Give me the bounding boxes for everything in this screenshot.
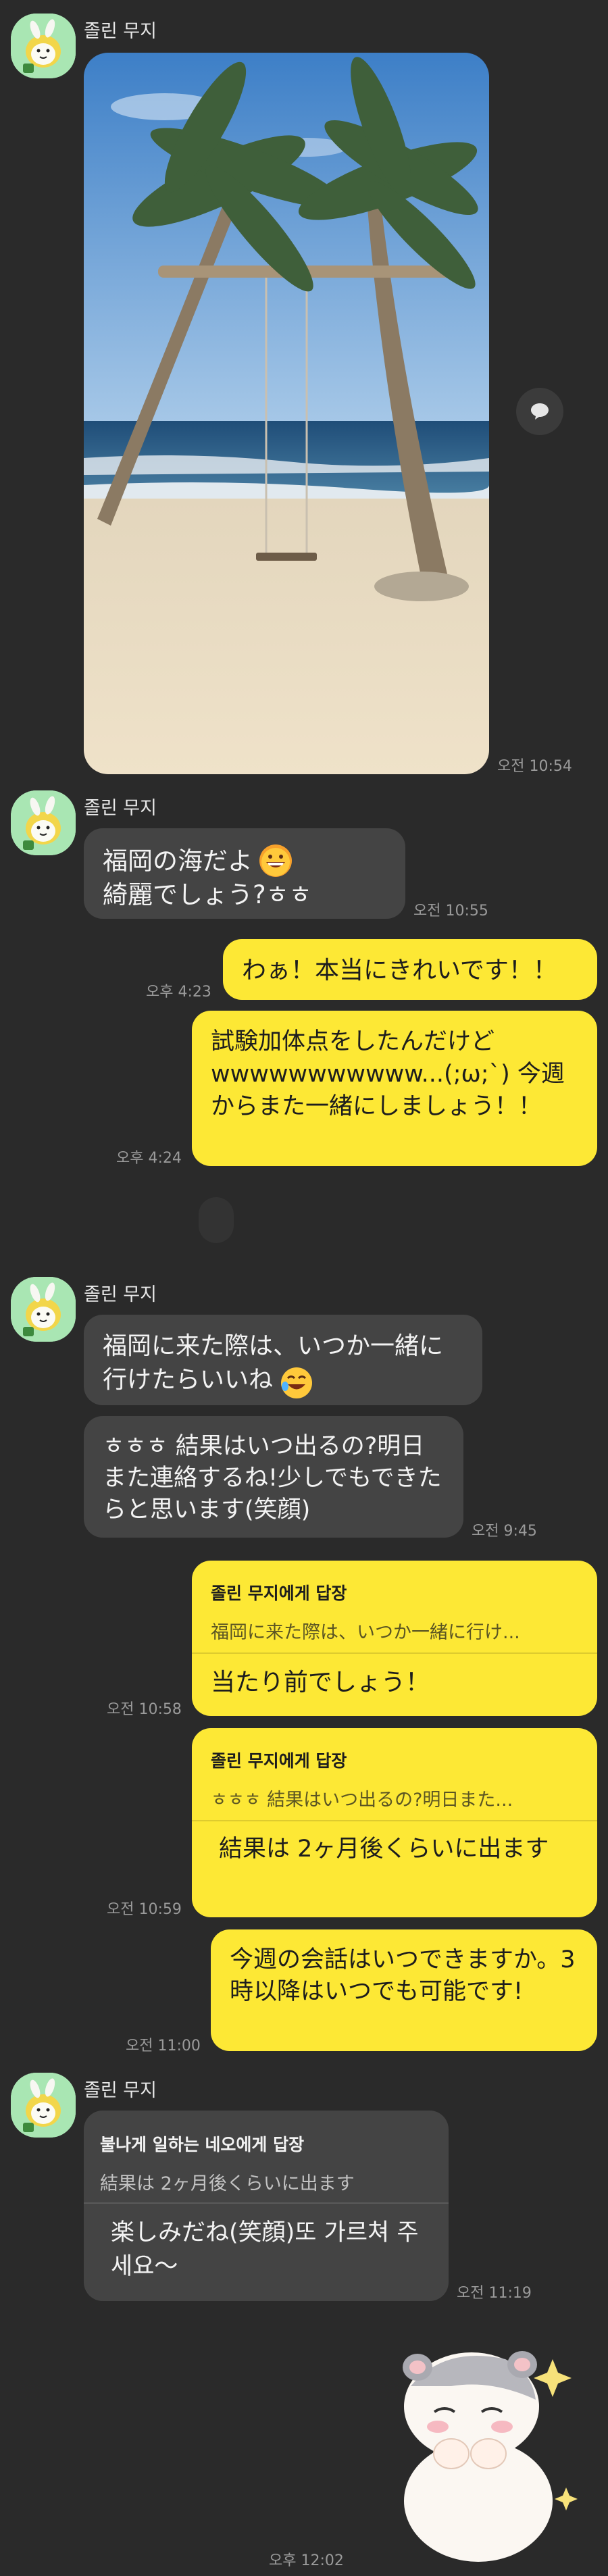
- message-time: 오전 10:55: [413, 903, 488, 919]
- message-time: 오전 10:59: [107, 1901, 182, 1918]
- message-time: 오후 4:23: [146, 984, 211, 1001]
- message-text-line2: 綺麗でしょう?ㅎㅎ: [103, 880, 312, 909]
- reply-divider: [192, 1652, 597, 1654]
- reply-target: 졸린 무지에게 답장: [211, 1751, 347, 1771]
- hamster-sticker[interactable]: [370, 2332, 593, 2562]
- reply-quote[interactable]: 福岡に来た際は、いつか一緒に行け...: [211, 1616, 581, 1650]
- sender-avatar[interactable]: [11, 1277, 76, 1342]
- speech-bubble-share-icon: [531, 403, 549, 420]
- message-text-line2: 行けたらいいね: [103, 1366, 274, 1394]
- muzi-character-icon: [11, 1277, 76, 1342]
- reply-quote[interactable]: ㅎㅎㅎ 結果はいつ出るの?明日また...: [211, 1784, 581, 1817]
- message-text: 当たり前でしょう！: [211, 1669, 430, 1696]
- message-time: 오후 12:02: [269, 2552, 344, 2569]
- reply-target: 불나게 일하는 네오에게 답장: [100, 2135, 305, 2154]
- message-text: 楽しみだね(笑顔)또 가르쳐 주세요～: [111, 2219, 419, 2280]
- date-divider: [199, 1197, 234, 1243]
- message-time: 오전 10:58: [107, 1701, 182, 1718]
- reply-divider: [192, 1820, 597, 1821]
- message-time: 오전 10:54: [497, 758, 572, 775]
- sender-avatar[interactable]: [11, 2073, 76, 2138]
- reply-message-bubble[interactable]: 졸린 무지에게 답장 ㅎㅎㅎ 結果はいつ出るの?明日また... 結果は 2ヶ月後…: [192, 1728, 597, 1917]
- reply-message-bubble[interactable]: 불나게 일하는 네오에게 답장 結果は 2ヶ月後くらいに出ます 楽しみだね(笑顔…: [84, 2111, 449, 2301]
- message-text: 今週の会話はいつできますか。3時以降はいつでも可能です!: [230, 1946, 576, 2005]
- sender-name: 졸린 무지: [84, 2080, 157, 2101]
- reply-target: 졸린 무지에게 답장: [211, 1584, 347, 1603]
- message-bubble[interactable]: 今週の会話はいつできますか。3時以降はいつでも可能です!: [211, 1929, 597, 2051]
- message-bubble[interactable]: 福岡の海だよ 綺麗でしょう?ㅎㅎ: [84, 828, 405, 919]
- message-text: 試験加体点をしたんだけどwwwwwwwwwww...(;ω;`) 今週からまた一…: [211, 1028, 565, 1120]
- share-button[interactable]: [516, 388, 563, 435]
- message-text: 福岡の海だよ: [103, 847, 253, 876]
- grinning-emoji-icon: [258, 843, 293, 878]
- beach-photo[interactable]: [84, 53, 489, 774]
- sender-name: 졸린 무지: [84, 1284, 157, 1305]
- message-text: 結果は 2ヶ月後くらいに出ます: [219, 1836, 549, 1863]
- message-bubble[interactable]: わぁ！本当にきれいです！！: [223, 939, 597, 1000]
- message-time: 오후 4:24: [116, 1150, 182, 1167]
- laughing-emoji-icon: [280, 1366, 313, 1400]
- reply-message-bubble[interactable]: 졸린 무지에게 답장 福岡に来た際は、いつか一緒に行け... 当たり前でしょう！: [192, 1561, 597, 1716]
- message-bubble[interactable]: 福岡に来た際は、いつか一緒に 行けたらいいね: [84, 1315, 482, 1405]
- message-text: ㅎㅎㅎ 結果はいつ出るの?明日また連絡するね!少しでもできたらと思います(笑顔): [103, 1433, 442, 1523]
- reply-divider: [84, 2202, 449, 2204]
- message-bubble[interactable]: 試験加体点をしたんだけどwwwwwwwwwww...(;ω;`) 今週からまた一…: [192, 1011, 597, 1166]
- reply-quote[interactable]: 結果は 2ヶ月後くらいに出ます: [100, 2167, 435, 2201]
- message-time: 오전 11:00: [126, 2038, 201, 2054]
- muzi-character-icon: [11, 2073, 76, 2138]
- sender-avatar[interactable]: [11, 14, 76, 78]
- muzi-character-icon: [11, 790, 76, 855]
- message-bubble[interactable]: ㅎㅎㅎ 結果はいつ出るの?明日また連絡するね!少しでもできたらと思います(笑顔): [84, 1416, 463, 1538]
- message-time: 오전 9:45: [472, 1523, 537, 1540]
- message-text: わぁ！本当にきれいです！！: [242, 957, 557, 984]
- sender-avatar[interactable]: [11, 790, 76, 855]
- sender-name: 졸린 무지: [84, 798, 157, 819]
- sender-name: 졸린 무지: [84, 21, 157, 42]
- message-time: 오전 11:19: [457, 2285, 532, 2302]
- muzi-character-icon: [11, 14, 76, 78]
- message-text: 福岡に来た際は、いつか一緒に: [103, 1332, 444, 1360]
